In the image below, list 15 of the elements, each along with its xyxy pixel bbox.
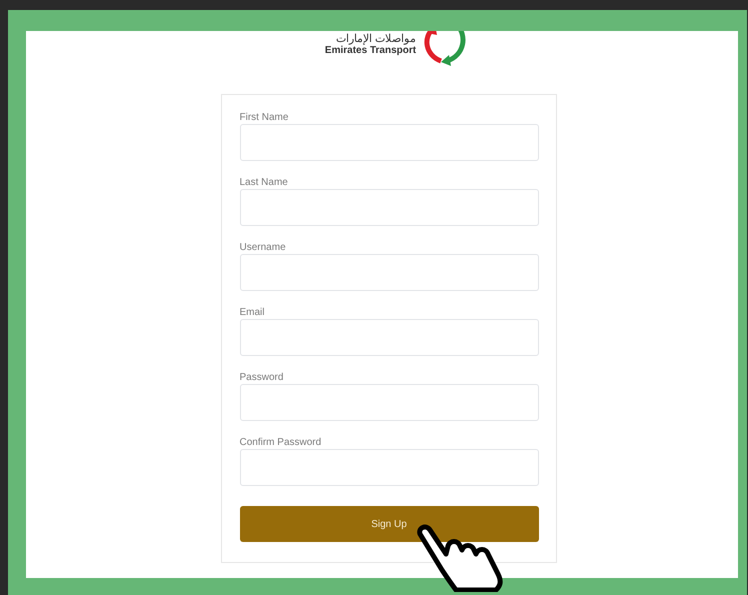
field-label: Email [240, 306, 265, 319]
input-field[interactable] [240, 189, 538, 226]
field-label: Password [240, 371, 284, 384]
logo-text: Emirates Transport [324, 46, 416, 56]
field-label: Username [240, 241, 286, 254]
input-field[interactable] [240, 124, 538, 161]
input-field[interactable] [240, 319, 538, 356]
sign-up-button[interactable]: Sign Up [240, 506, 538, 542]
input-field[interactable] [240, 449, 538, 486]
field-label: First Name [240, 111, 288, 124]
field-label: Last Name [240, 176, 288, 189]
input-field[interactable] [240, 254, 538, 291]
input-field[interactable] [240, 384, 538, 421]
logo-arabic-text: مواصلات الإمارات [336, 34, 416, 46]
field-label: Confirm Password [240, 436, 322, 449]
